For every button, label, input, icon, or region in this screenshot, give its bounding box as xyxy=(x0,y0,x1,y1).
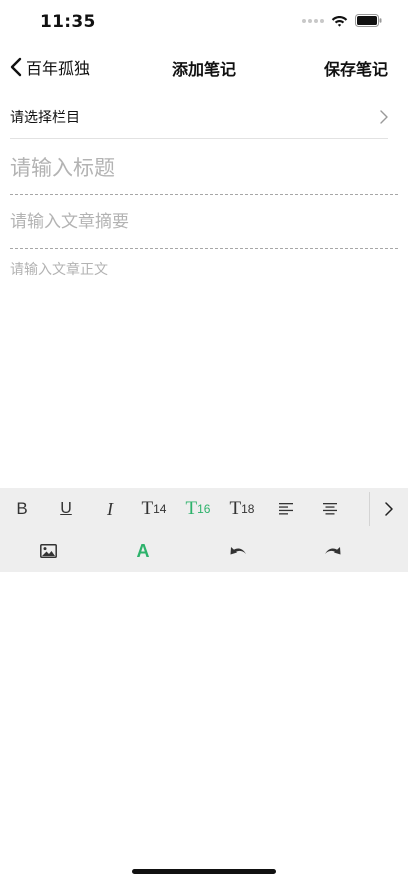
toolbar-row-format: B U I T 14 T 16 T 18 xyxy=(0,488,408,530)
save-button[interactable]: 保存笔记 xyxy=(324,56,388,80)
undo-button[interactable] xyxy=(214,530,262,572)
undo-icon xyxy=(230,547,246,555)
align-left-button[interactable] xyxy=(264,488,308,530)
redo-button[interactable] xyxy=(309,530,357,572)
more-tools-button[interactable] xyxy=(370,488,408,530)
back-button-label: 百年孤独 xyxy=(26,59,91,78)
image-icon xyxy=(39,544,57,558)
bold-label: B xyxy=(16,499,28,518)
category-label: 请选择栏目 xyxy=(10,110,80,126)
font-color-button[interactable]: A xyxy=(119,530,167,572)
font-size-16-button[interactable]: T 16 xyxy=(176,488,220,530)
battery-icon xyxy=(355,14,382,27)
title-input[interactable] xyxy=(10,142,398,195)
toolbar-row-actions: A xyxy=(0,530,408,572)
back-button[interactable]: 百年孤独 xyxy=(10,54,90,80)
italic-label: I xyxy=(107,498,113,519)
font-size-14-button[interactable]: T 14 xyxy=(132,488,176,530)
chevron-left-icon xyxy=(10,57,22,77)
underline-label: U xyxy=(60,500,72,517)
font-size-18-letter: T xyxy=(229,498,242,519)
nav-bar: 百年孤独 添加笔记 保存笔记 xyxy=(0,46,408,88)
insert-image-button[interactable] xyxy=(24,530,72,572)
align-left-icon xyxy=(279,503,293,515)
italic-button[interactable]: I xyxy=(88,488,132,530)
status-bar: 11:35 xyxy=(0,0,408,46)
chevron-right-icon xyxy=(380,110,388,124)
formatting-toolbar: B U I T 14 T 16 T 18 A xyxy=(0,488,408,572)
font-size-14-value: 14 xyxy=(153,502,167,516)
font-size-16-value: 16 xyxy=(197,502,211,516)
align-center-icon xyxy=(323,503,337,515)
status-indicators xyxy=(302,14,382,27)
category-selector[interactable]: 请选择栏目 xyxy=(10,96,388,139)
wifi-icon xyxy=(331,16,348,27)
underline-button[interactable]: U xyxy=(44,488,88,530)
font-color-label: A xyxy=(136,540,150,561)
status-time: 11:35 xyxy=(40,12,96,32)
font-size-18-value: 18 xyxy=(241,502,255,516)
body-input[interactable] xyxy=(10,260,398,470)
align-center-button[interactable] xyxy=(308,488,352,530)
chevron-right-icon xyxy=(385,502,393,516)
cellular-signal-icon xyxy=(302,18,324,23)
bold-button[interactable]: B xyxy=(0,488,44,530)
font-size-18-button[interactable]: T 18 xyxy=(220,488,264,530)
font-size-16-letter: T xyxy=(185,498,198,519)
home-indicator xyxy=(132,869,276,874)
font-size-14-letter: T xyxy=(141,498,154,519)
redo-icon xyxy=(325,547,341,555)
summary-input[interactable] xyxy=(10,196,398,249)
